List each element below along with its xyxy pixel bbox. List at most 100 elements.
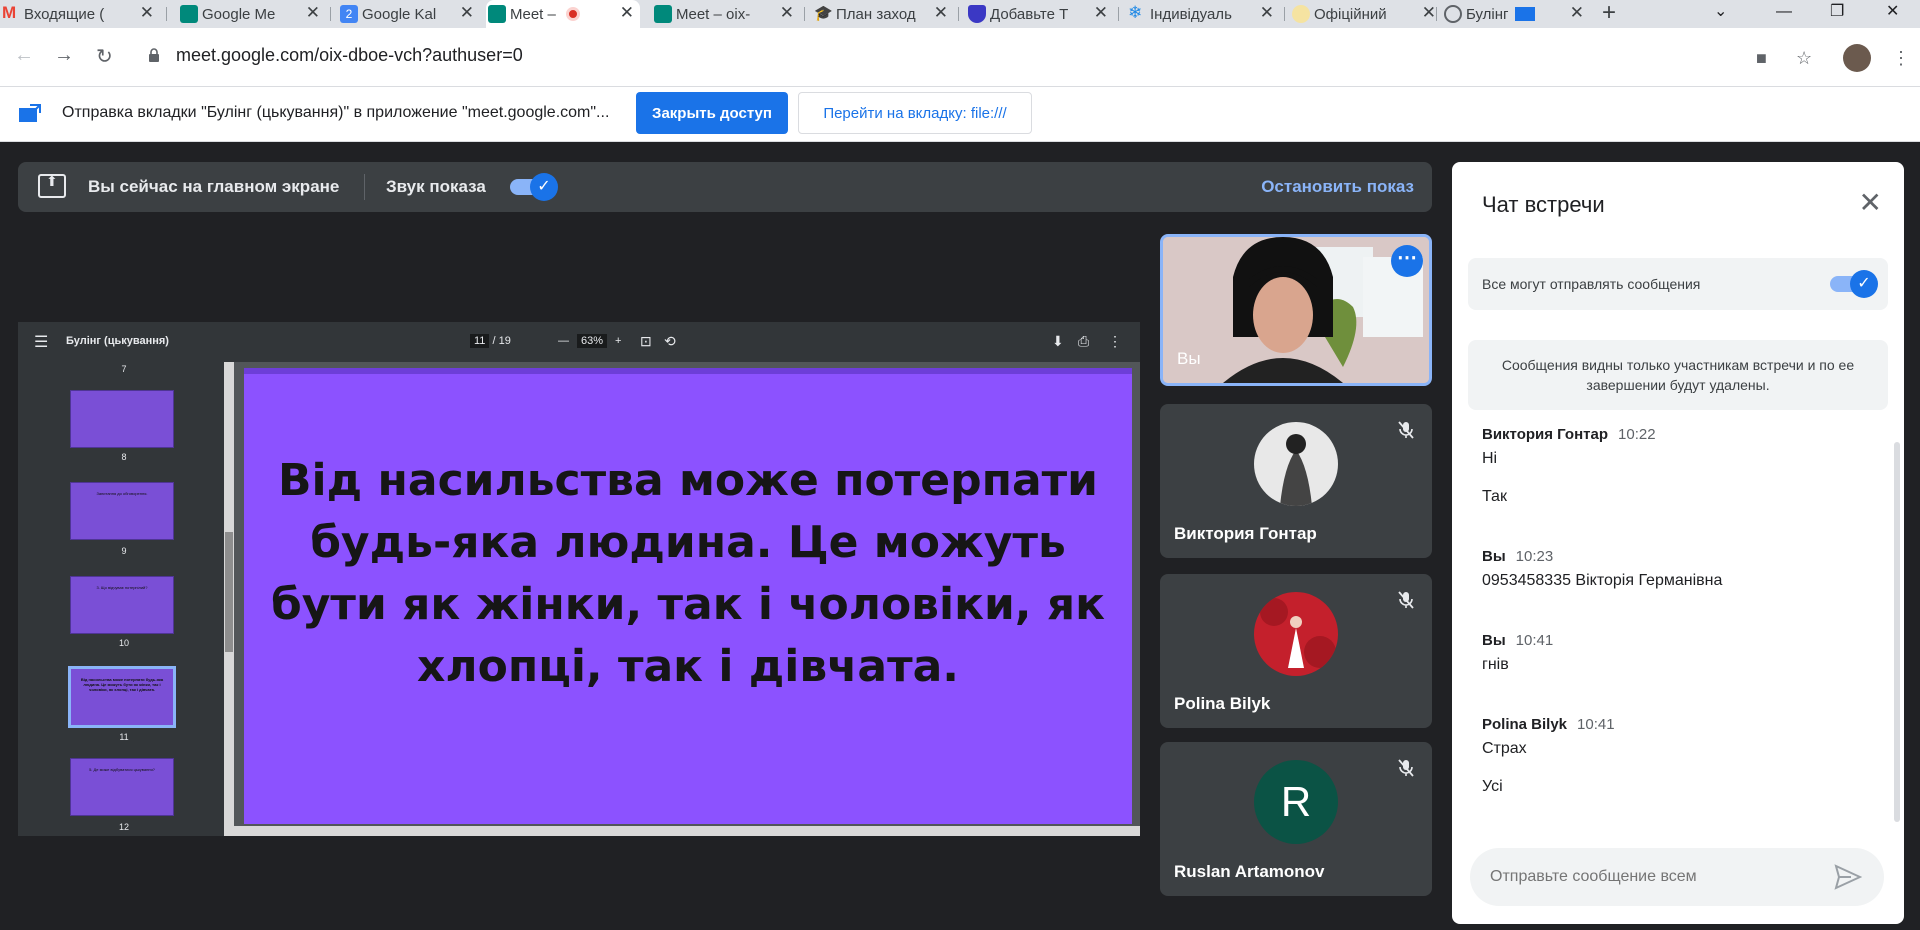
presenting-bar: ⬆ Вы сейчас на главном экране Звук показ… [18,162,1432,212]
message-header: Polina Bilyk 10:41 [1482,716,1615,733]
page-indicator: 11 / 19 [470,334,511,348]
share-audio-label: Звук показа [386,177,486,196]
rotate-icon[interactable]: ⟲ [664,333,676,350]
message-author: Виктория Гонтар [1482,426,1609,443]
browser-menu-icon[interactable]: ⋮ [1892,48,1910,69]
message-text: Так [1482,488,1507,505]
mic-off-icon [1398,759,1414,777]
tab-official[interactable]: Офіційний ✕ [1290,0,1442,28]
close-tab-icon[interactable]: ✕ [780,3,794,23]
thumbnail-page-10[interactable]: 3. Що відчуває потерпілий? [70,576,174,634]
self-video [1163,237,1429,383]
participant-tile[interactable]: Виктория Гонтар [1160,404,1432,558]
zoom-level[interactable]: 63% [577,334,608,348]
forward-arrow-icon[interactable]: → [54,44,74,67]
close-tab-icon[interactable]: ✕ [620,3,634,23]
close-tab-icon[interactable]: ✕ [140,3,154,23]
stop-presenting-button[interactable]: Остановить показ [1261,177,1414,197]
print-icon[interactable]: ⎙ [1078,333,1089,350]
participant-tile[interactable]: Polina Bilyk [1160,574,1432,728]
reload-icon[interactable]: ↻ [96,44,113,69]
allow-messages-toggle[interactable]: ✓ [1830,270,1878,298]
thumbnail-page-8[interactable] [70,390,174,448]
message-header: Вы 10:41 [1482,632,1553,649]
calendar-icon: 2 [340,5,358,23]
more-options-icon[interactable]: ⋯ [1391,245,1423,277]
tab-google-meet[interactable]: Google Me ✕ [178,0,326,28]
back-arrow-icon[interactable]: ← [14,44,34,67]
profile-avatar[interactable] [1843,44,1871,72]
message-time: 10:41 [1515,632,1554,649]
snowflake-icon: ❄ [1128,3,1143,22]
new-tab-button[interactable]: + [1602,0,1616,26]
thumbnail-page-11[interactable]: Від насильства може потерпати будь-яка л… [68,666,176,728]
shield-icon [968,5,986,23]
tab-individual[interactable]: ❄ Індивідуаль ✕ [1126,0,1280,28]
chat-message-input[interactable] [1470,848,1884,906]
present-screen-icon: ⬆ [38,173,66,198]
chat-scrollbar[interactable] [1894,442,1900,822]
minimize-icon[interactable]: — [1776,0,1792,24]
scrollbar-thumb[interactable] [225,532,233,652]
close-tab-icon[interactable]: ✕ [1260,3,1274,23]
close-icon[interactable]: ✕ [1859,186,1882,219]
close-tab-icon[interactable]: ✕ [460,3,474,23]
avatar [1254,422,1338,506]
close-tab-icon[interactable]: ✕ [1094,3,1108,23]
recording-icon [565,7,580,21]
browser-tab-strip: M Входящие ( ✕ Google Me ✕ 2 Google Kal … [0,0,1920,28]
share-audio-toggle[interactable]: ✓ [510,173,558,201]
close-tab-icon[interactable]: ✕ [1422,3,1436,23]
message-text: гнів [1482,656,1509,673]
close-window-icon[interactable]: ✕ [1886,0,1899,24]
tab-plan[interactable]: 🎓 План заход ✕ [812,0,954,28]
zoom-in-icon[interactable]: + [615,335,621,347]
download-icon[interactable]: ⬇ [1052,333,1064,350]
emblem-icon [1292,5,1310,23]
thumbnail-text: 3. Що відчуває потерпілий? [96,585,148,590]
thumbnail-page-9[interactable]: Запитання до обговорення. [70,482,174,540]
tab-add[interactable]: Добавьте Т ✕ [966,0,1114,28]
send-icon[interactable] [1834,864,1862,890]
camera-icon[interactable]: ■ [1756,48,1767,69]
close-tab-icon[interactable]: ✕ [306,3,320,23]
tab-label: Офіційний [1314,5,1387,23]
tab-gmail[interactable]: M Входящие ( ✕ [0,0,160,28]
tab-bullying[interactable]: Булінг ✕ [1442,0,1590,28]
tab-search-icon[interactable]: ⌄ [1714,0,1727,24]
thumbnail-page-12[interactable]: 5. Де може відбуватися цькування? [70,758,174,816]
maximize-icon[interactable]: ❐ [1830,0,1844,24]
presenting-status: Вы сейчас на главном экране [88,177,340,196]
pdf-viewer: ☰ Булінг (цькування) 11 / 19 — 63% + ⊡ ⟲ ⬇… [18,322,1140,836]
chat-title: Чат встречи [1482,192,1605,217]
tab-label: Meet – oix- [676,5,751,23]
participant-name: Ruslan Artamonov [1174,862,1325,881]
thumbnail-number: 8 [121,452,127,462]
close-tab-icon[interactable]: ✕ [934,3,948,23]
close-access-button[interactable]: Закрыть доступ [636,92,788,134]
more-options-icon[interactable]: ⋮ [1108,333,1122,350]
participant-tile[interactable]: R Ruslan Artamonov [1160,742,1432,896]
participant-tile-self[interactable]: Вы ⋯ [1160,234,1432,386]
url-bar[interactable]: meet.google.com/oix-dboe-vch?authuser=0 [176,45,523,66]
sidebar-scrollbar[interactable] [224,362,234,826]
close-tab-icon[interactable]: ✕ [1570,3,1584,23]
chat-notice: Сообщения видны только участникам встреч… [1468,340,1888,410]
permission-label: Все могут отправлять сообщения [1482,276,1701,292]
gmail-icon: M [2,3,17,22]
go-to-tab-button[interactable]: Перейти на вкладку: file:/// [798,92,1032,134]
menu-icon[interactable]: ☰ [34,332,48,352]
message-author: Вы [1482,548,1506,565]
horizontal-scrollbar[interactable] [224,826,1140,836]
zoom-out-icon[interactable]: — [558,335,569,347]
page-number-input[interactable]: 11 [470,334,490,348]
tab-google-calendar[interactable]: 2 Google Kal ✕ [338,0,480,28]
fit-page-icon[interactable]: ⊡ [640,333,652,350]
chat-panel: Чат встречи ✕ Все могут отправлять сообщ… [1452,162,1904,924]
bookmark-star-icon[interactable]: ☆ [1796,48,1812,69]
tab-label: Булінг [1466,5,1509,23]
zoom-controls: — 63% + [558,334,621,348]
thumbnail-text: 5. Де може відбуватися цькування? [89,767,155,772]
tab-meet-active[interactable]: Meet – ✕ [486,0,640,28]
tab-meet-oix[interactable]: Meet – oix- ✕ [652,0,800,28]
